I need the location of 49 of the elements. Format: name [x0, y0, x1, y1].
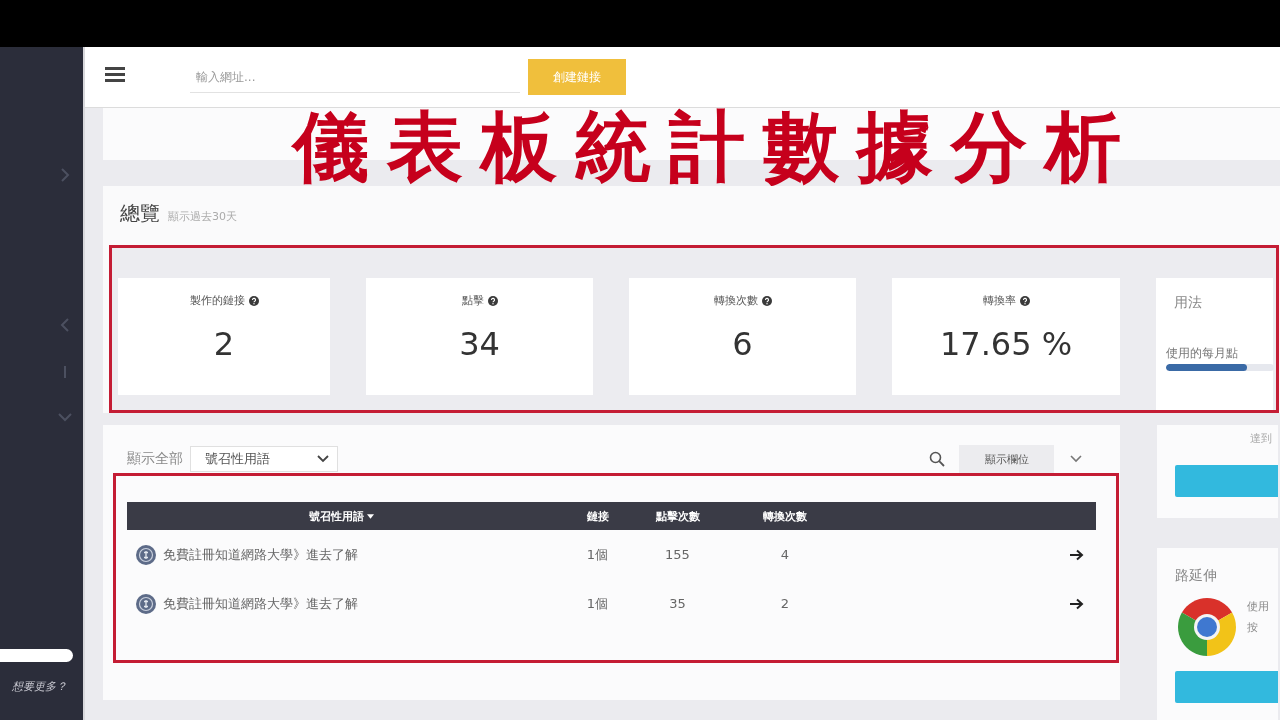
round-badge-icon	[136, 593, 156, 614]
stat-value: 2	[213, 324, 235, 364]
description-line: 按	[1247, 620, 1259, 635]
column-header[interactable]: 鏈接	[555, 502, 640, 530]
round-badge-icon	[136, 544, 156, 565]
search-icon[interactable]	[929, 451, 945, 467]
meter-label: 使用的每月點	[1166, 345, 1239, 362]
arrow-right-icon[interactable]	[1070, 548, 1084, 561]
help-icon[interactable]	[487, 295, 498, 306]
note-text: 達到	[1250, 431, 1272, 446]
table-cell-text: 35	[668, 596, 687, 611]
table-cell-text: 155	[664, 547, 691, 562]
card-title: 路延伸	[1175, 567, 1218, 585]
chevron-down-icon[interactable]	[1070, 455, 1082, 463]
table-cell: 免費註冊知道網路大學》進去了解	[163, 594, 358, 613]
stat-value: 17.65 %	[939, 324, 1073, 364]
chevron-down-icon	[317, 455, 329, 463]
stat-label: 轉換次數	[713, 293, 758, 308]
menu-icon[interactable]	[105, 66, 125, 82]
table-cell-text: 4	[779, 547, 791, 562]
arrow-right-icon[interactable]	[1070, 597, 1084, 610]
filter-label: 顯示全部	[127, 450, 183, 468]
table-cell-text: 1個	[585, 545, 610, 564]
column-header[interactable]: 轉換次數	[715, 502, 855, 530]
browser-logo-icon	[1177, 597, 1237, 657]
stat-label: 製作的鏈接	[189, 293, 245, 308]
table-cell: 免費註冊知道網路大學》進去了解	[163, 545, 358, 564]
section-subtitle: 顯示過去30天	[168, 209, 237, 224]
column-header[interactable]: 號召性用語	[127, 502, 555, 530]
caret-down-icon	[366, 513, 374, 519]
sidebar-button[interactable]	[0, 649, 73, 662]
filter-dropdown[interactable]: 號召性用語	[190, 446, 338, 472]
help-icon[interactable]	[248, 295, 259, 306]
description-line: 使用	[1247, 599, 1269, 614]
card-title: 用法	[1174, 294, 1203, 312]
stat-label: 轉換率	[982, 293, 1016, 308]
columns-button[interactable]: 顯示欄位	[959, 445, 1054, 473]
stat-value: 6	[732, 324, 753, 364]
caption-title: 儀表板統計數據分析	[293, 108, 1139, 186]
column-header[interactable]: 點擊次數	[640, 502, 715, 530]
more-link[interactable]: 想要更多？	[12, 679, 83, 694]
section-title: 總覽	[120, 200, 160, 227]
stat-value: 34	[459, 324, 500, 364]
stat-label: 點擊	[461, 293, 484, 308]
url-input[interactable]: 輸入網址...	[190, 61, 520, 93]
table-cell-text: 2	[779, 596, 791, 611]
help-icon[interactable]	[1019, 295, 1030, 306]
help-icon[interactable]	[761, 295, 772, 306]
table-cell-text: 1個	[585, 594, 610, 613]
